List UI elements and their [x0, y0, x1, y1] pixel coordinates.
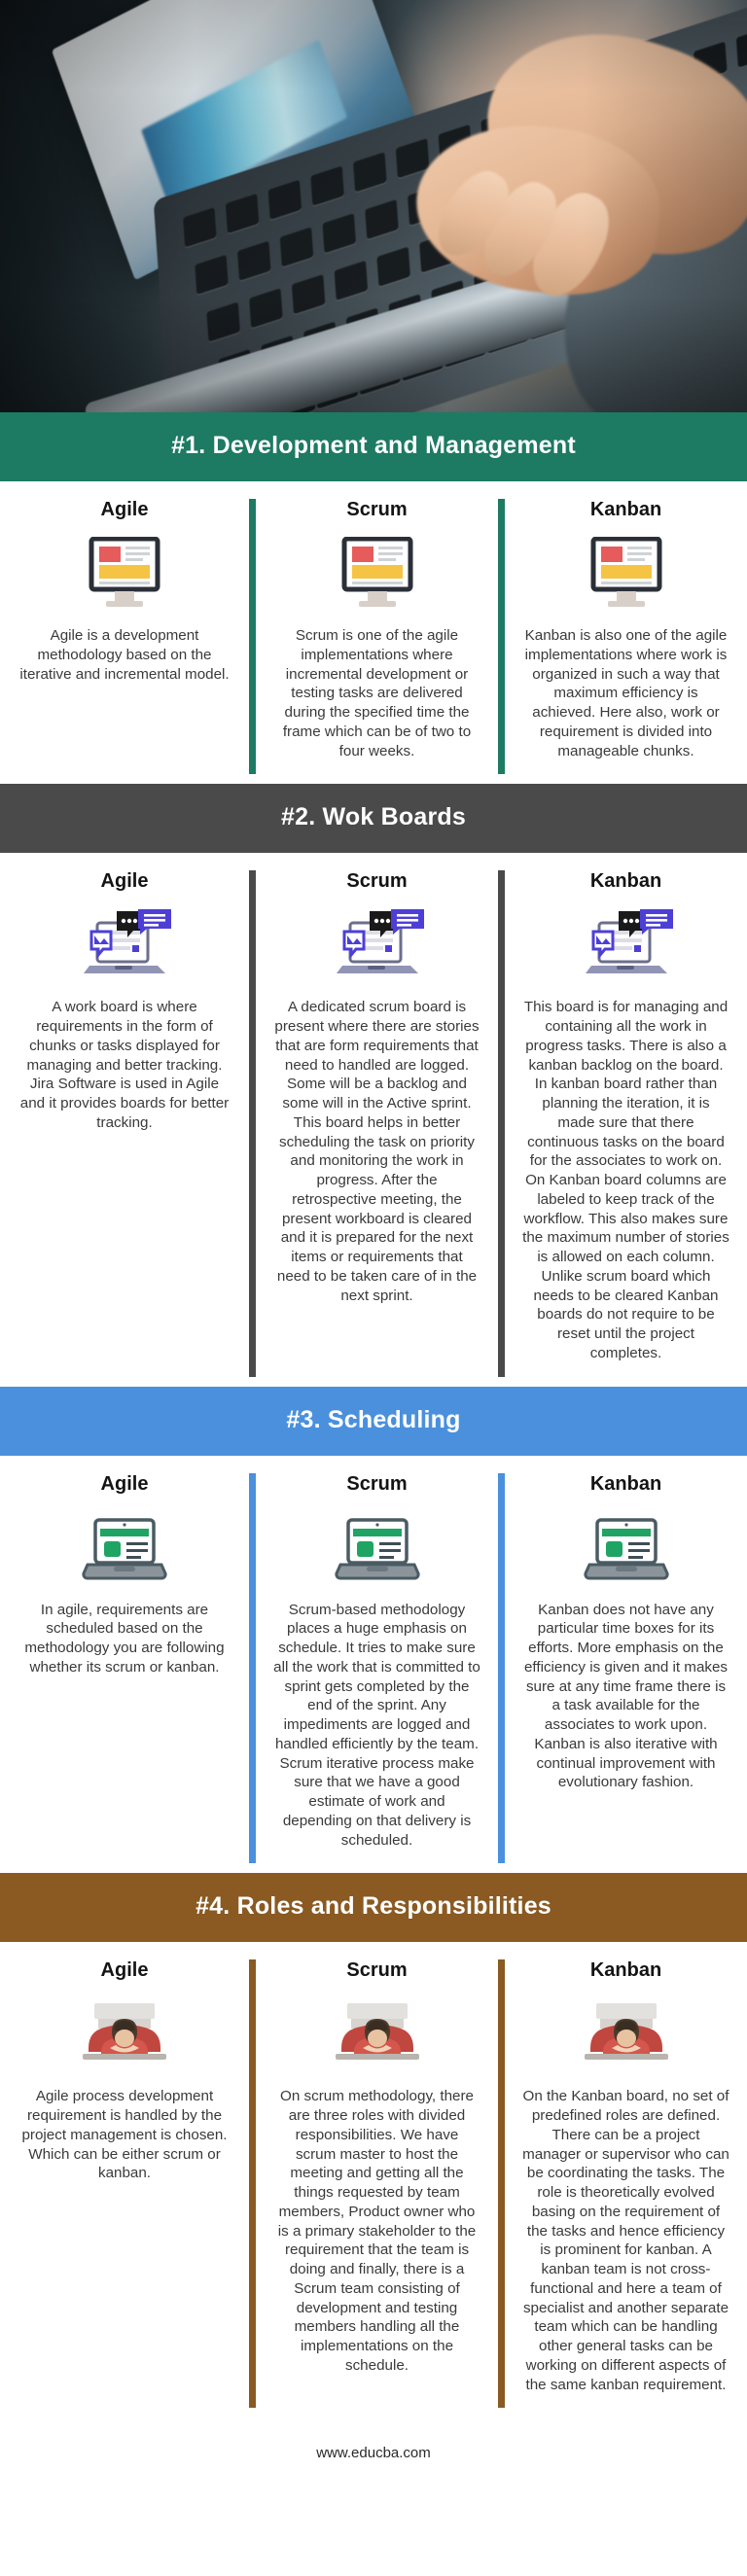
- column-kanban: Kanban Kanban is also one of the agile im…: [498, 499, 747, 775]
- infographic-page: #1. Development and Management Agile Agile…: [0, 0, 747, 2484]
- column-icon: [273, 904, 480, 988]
- column-description: Scrum-based methodology places a huge em…: [273, 1601, 480, 1849]
- column-title: Agile: [100, 1472, 149, 1495]
- hero-image: [0, 0, 747, 412]
- column-kanban: Kanban Kanban does not have any particula…: [498, 1472, 747, 1864]
- column-icon: [18, 533, 231, 617]
- column-description: Agile process development requirement is…: [21, 2088, 228, 2182]
- column-title: Kanban: [589, 1472, 662, 1495]
- column-title: Scrum: [346, 499, 408, 520]
- footer-url[interactable]: www.educba.com: [0, 2417, 747, 2484]
- section-header-wok-boards: #2. Wok Boards: [0, 784, 747, 854]
- column-scrum: Scrum On scrum methodology, there are thr…: [249, 1959, 498, 2409]
- column-scrum: Scrum Scrum is one of the agile implement…: [249, 499, 498, 775]
- laptop-icon: [334, 1517, 420, 1579]
- section-columns-roles-and-responsibilities: Agile Agile process development requireme…: [0, 1942, 747, 2418]
- board-chat-icon: [336, 909, 424, 974]
- sections-container: #1. Development and Management Agile Agile…: [0, 412, 747, 2418]
- section-columns-scheduling: Agile In agile, requirements are schedule…: [0, 1455, 747, 1874]
- monitor-icon: [89, 537, 160, 607]
- monitor-icon: [590, 537, 661, 607]
- column-description: Agile is a development methodology based…: [19, 627, 230, 683]
- section-columns-wok-boards: Agile A work board is where requirements …: [0, 853, 747, 1387]
- laptop-icon: [82, 1517, 167, 1579]
- column-description: A work board is where requirements in th…: [19, 999, 230, 1131]
- people-icon: [335, 2003, 419, 2061]
- column-icon: [18, 1507, 231, 1591]
- column-description: On the Kanban board, no set of predefine…: [522, 2088, 729, 2393]
- section-header-scheduling: #3. Scheduling: [0, 1386, 747, 1456]
- column-description: Kanban does not have any particular time…: [523, 1601, 729, 1791]
- column-title: Kanban: [589, 1959, 662, 1982]
- laptop-icon: [583, 1517, 669, 1579]
- column-title: Kanban: [589, 499, 662, 520]
- column-description: Scrum is one of the agile implementation…: [282, 627, 472, 759]
- hero-vignette: [0, 0, 747, 412]
- column-description: A dedicated scrum board is present where…: [274, 999, 480, 1304]
- monitor-icon: [341, 537, 412, 607]
- column-agile: Agile A work board is where requirements …: [0, 870, 249, 1376]
- column-icon: [18, 904, 231, 988]
- column-icon: [522, 1507, 729, 1591]
- column-icon: [522, 904, 729, 988]
- column-description: In agile, requirements are scheduled bas…: [24, 1601, 225, 1676]
- column-icon: [522, 1994, 729, 2077]
- column-title: Kanban: [589, 870, 662, 893]
- column-description: Kanban is also one of the agile implemen…: [524, 627, 728, 759]
- column-title: Agile: [100, 1959, 149, 1982]
- column-kanban: Kanban This board is for managing and con…: [498, 870, 747, 1377]
- column-title: Agile: [100, 870, 149, 893]
- section-header-roles-and-responsibilities: #4. Roles and Responsibilities: [0, 1873, 747, 1943]
- column-icon: [522, 533, 729, 617]
- column-description: This board is for managing and containin…: [522, 999, 729, 1361]
- column-icon: [18, 1994, 231, 2077]
- column-description: On scrum methodology, there are three ro…: [277, 2088, 477, 2374]
- people-icon: [584, 2003, 668, 2061]
- column-icon: [273, 533, 480, 617]
- column-kanban: Kanban On the Kanban board, no set of pre…: [498, 1959, 747, 2409]
- column-scrum: Scrum A dedicated scrum board is present …: [249, 870, 498, 1377]
- people-icon: [83, 2003, 166, 2061]
- board-chat-icon: [84, 909, 171, 974]
- column-title: Agile: [100, 499, 149, 520]
- column-title: Scrum: [346, 1472, 408, 1495]
- column-title: Scrum: [346, 870, 408, 893]
- column-scrum: Scrum Scrum-based methodology places a hu…: [249, 1472, 498, 1864]
- section-columns-development-and-management: Agile Agile is a development methodology …: [0, 481, 747, 785]
- section-header-development-and-management: #1. Development and Management: [0, 412, 747, 481]
- column-title: Scrum: [346, 1959, 408, 1982]
- column-agile: Agile Agile is a development methodology …: [0, 499, 249, 774]
- column-icon: [273, 1507, 480, 1591]
- column-agile: Agile Agile process development requireme…: [0, 1959, 249, 2408]
- column-icon: [273, 1994, 480, 2077]
- column-agile: Agile In agile, requirements are schedule…: [0, 1473, 249, 1864]
- board-chat-icon: [585, 909, 673, 974]
